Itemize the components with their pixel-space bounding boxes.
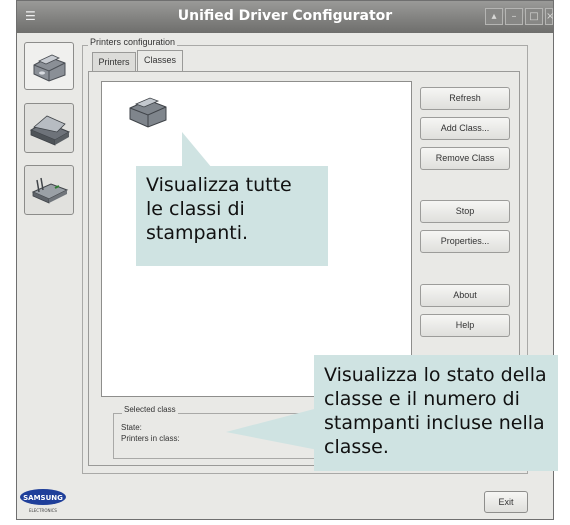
callout-bottom-text: Visualizza lo stato della classe e il nu… <box>324 364 547 458</box>
callout-top-text: Visualizza tutte le classi di stampanti. <box>146 174 292 244</box>
callout-bottom: Visualizza lo stato della classe e il nu… <box>314 355 558 471</box>
callout-top: Visualizza tutte le classi di stampanti. <box>136 166 328 266</box>
